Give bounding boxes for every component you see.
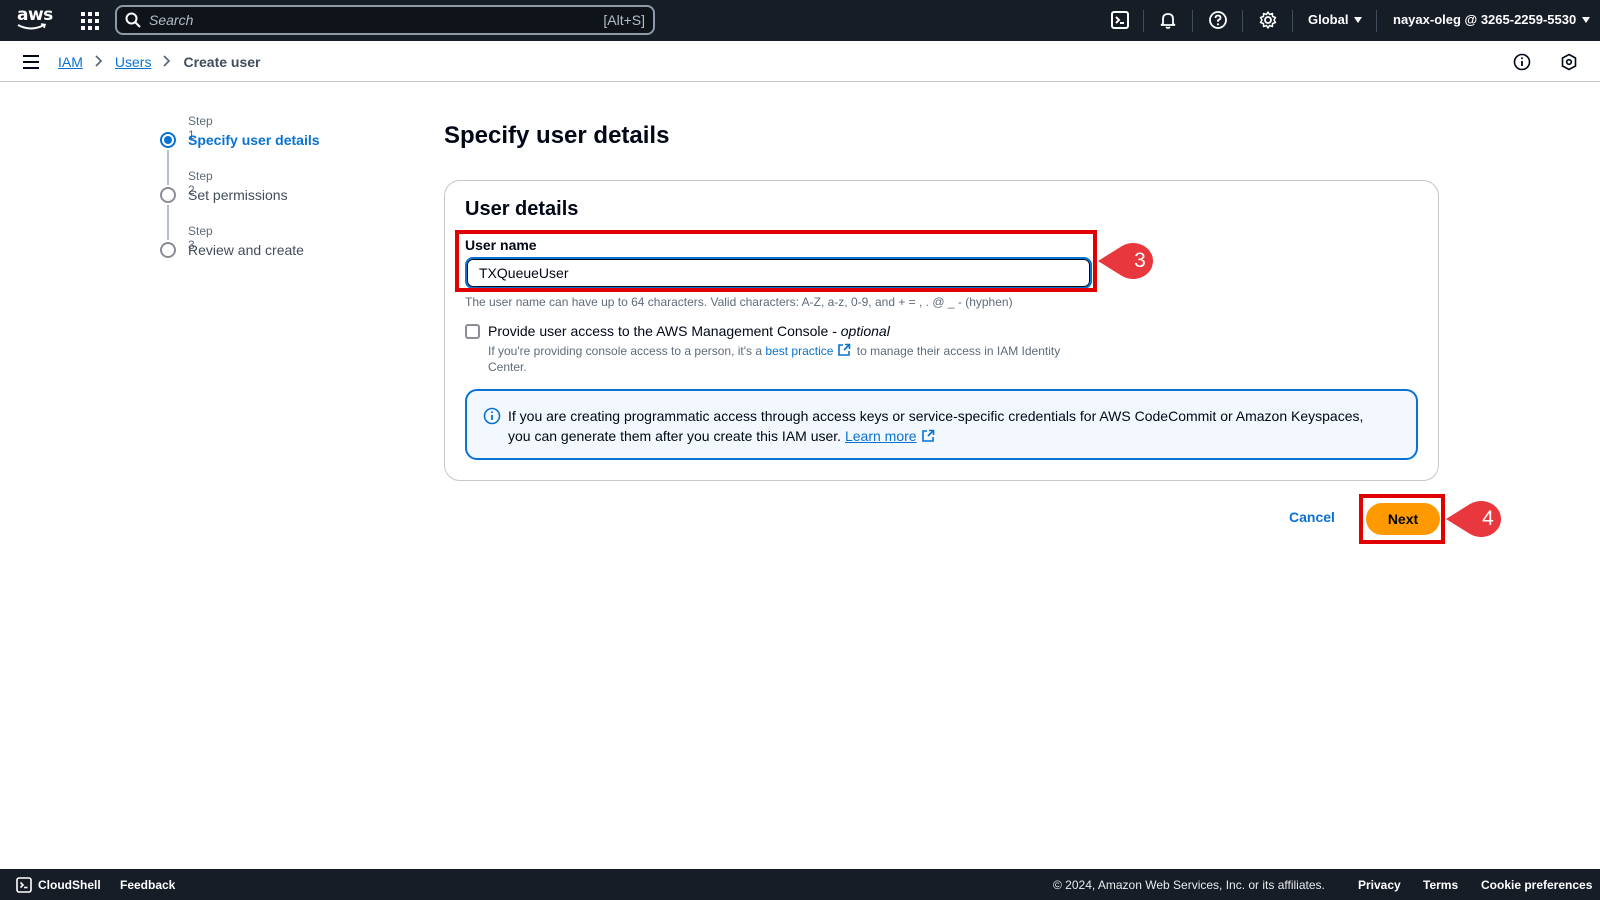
nav-divider xyxy=(1143,10,1144,32)
console-access-checkbox[interactable] xyxy=(465,324,480,339)
step-badge-3: 3 xyxy=(1096,240,1162,282)
nav-divider xyxy=(1376,10,1377,32)
nav-divider xyxy=(1242,10,1243,32)
aws-logo-text: aws xyxy=(17,5,53,25)
cloudshell-button[interactable]: CloudShell xyxy=(16,877,101,893)
privacy-link[interactable]: Privacy xyxy=(1358,878,1401,892)
optional-label: optional xyxy=(840,323,890,339)
console-access-label-text: Provide user access to the AWS Managemen… xyxy=(488,323,837,339)
services-grid-icon[interactable] xyxy=(80,11,100,31)
search-input[interactable] xyxy=(149,12,569,28)
highlight-user-name xyxy=(455,230,1097,292)
breadcrumb-current: Create user xyxy=(183,54,261,70)
info-alert-text: If you are creating programmatic access … xyxy=(508,406,1388,446)
terms-link[interactable]: Terms xyxy=(1423,878,1458,892)
chevron-right-icon xyxy=(95,54,103,70)
region-selector[interactable]: Global xyxy=(1308,12,1363,27)
top-navigation: aws [Alt+S] Global nayax-oleg xyxy=(0,0,1600,41)
console-access-description: If you're providing console access to a … xyxy=(488,343,1078,375)
help-icon[interactable] xyxy=(1208,10,1228,30)
step-circle-icon xyxy=(160,187,176,203)
best-practice-link[interactable]: best practice xyxy=(765,344,833,358)
notifications-bell-icon[interactable] xyxy=(1158,10,1178,30)
user-details-panel: User details User name The user name can… xyxy=(444,180,1439,481)
search-bar[interactable]: [Alt+S] xyxy=(115,5,655,35)
step-label: Specify user details xyxy=(188,132,320,148)
breadcrumb: IAM Users Create user xyxy=(58,54,261,70)
cookie-preferences-link[interactable]: Cookie preferences xyxy=(1481,878,1592,892)
account-label: nayax-oleg @ 3265-2259-5530 xyxy=(1393,12,1577,27)
breadcrumb-users[interactable]: Users xyxy=(115,54,152,70)
step-badge-number: 4 xyxy=(1482,507,1494,530)
step-badge-4: 4 xyxy=(1444,498,1510,540)
caret-down-icon xyxy=(1354,17,1363,23)
step-active-circle-icon xyxy=(160,132,176,148)
external-link-icon xyxy=(921,429,934,442)
hexagon-settings-icon[interactable] xyxy=(1560,53,1578,71)
info-icon xyxy=(483,407,501,425)
info-panel-icon[interactable] xyxy=(1513,53,1531,71)
copyright-text: © 2024, Amazon Web Services, Inc. or its… xyxy=(1053,878,1325,892)
settings-gear-icon[interactable] xyxy=(1258,10,1278,30)
step-connector xyxy=(167,205,169,240)
breadcrumb-bar: IAM Users Create user xyxy=(0,41,1600,82)
console-desc-pre: If you're providing console access to a … xyxy=(488,344,763,358)
info-alert: If you are creating programmatic access … xyxy=(465,389,1418,460)
panel-title: User details xyxy=(465,198,579,220)
menu-hamburger-icon[interactable] xyxy=(23,55,39,69)
search-shortcut: [Alt+S] xyxy=(603,12,645,28)
cloudshell-icon[interactable] xyxy=(1110,10,1130,30)
external-link-icon xyxy=(838,343,851,356)
feedback-link[interactable]: Feedback xyxy=(120,878,175,892)
footer: CloudShell Feedback © 2024, Amazon Web S… xyxy=(0,869,1600,900)
account-menu[interactable]: nayax-oleg @ 3265-2259-5530 xyxy=(1393,12,1591,27)
step-badge-number: 3 xyxy=(1134,249,1146,272)
cloudshell-icon xyxy=(16,877,32,893)
caret-down-icon xyxy=(1582,17,1591,23)
cancel-button[interactable]: Cancel xyxy=(1289,509,1335,525)
breadcrumb-iam[interactable]: IAM xyxy=(58,54,83,70)
chevron-right-icon xyxy=(163,54,171,70)
step-circle-icon xyxy=(160,242,176,258)
user-name-hint: The user name can have up to 64 characte… xyxy=(465,295,1013,309)
cloudshell-label: CloudShell xyxy=(38,878,101,892)
step-label: Set permissions xyxy=(188,187,288,203)
region-label: Global xyxy=(1308,12,1349,27)
search-icon xyxy=(125,12,141,28)
aws-logo[interactable]: aws xyxy=(17,5,53,32)
step-connector xyxy=(167,150,169,185)
console-access-label[interactable]: Provide user access to the AWS Managemen… xyxy=(488,323,890,339)
nav-divider xyxy=(1192,10,1193,32)
page-title: Specify user details xyxy=(444,122,670,149)
highlight-next-button xyxy=(1359,494,1445,544)
learn-more-link[interactable]: Learn more xyxy=(845,428,917,444)
info-alert-message: If you are creating programmatic access … xyxy=(508,408,1364,444)
step-label: Review and create xyxy=(188,242,304,258)
nav-divider xyxy=(1292,10,1293,32)
